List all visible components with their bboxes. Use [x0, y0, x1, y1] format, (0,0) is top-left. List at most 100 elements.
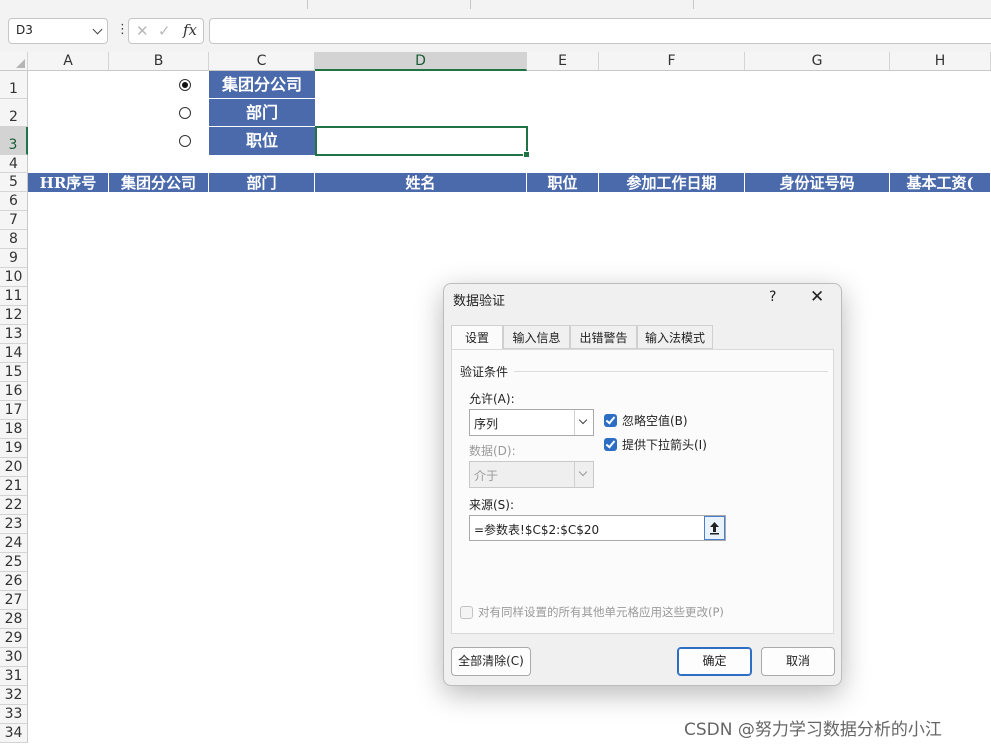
header-cell-a5[interactable]: HR序号 — [28, 173, 109, 192]
data-value: 介于 — [474, 469, 499, 483]
row-header-17[interactable]: 17 — [0, 401, 28, 420]
clear-all-button[interactable]: 全部清除(C) — [451, 647, 531, 676]
chevron-down-icon[interactable] — [574, 410, 593, 435]
cell-c2[interactable]: 部门 — [209, 99, 315, 127]
dropdown-arrow-label[interactable]: 提供下拉箭头(I) — [622, 436, 707, 453]
header-cell-d5[interactable]: 姓名 — [315, 173, 527, 192]
dropdown-arrow-checkbox[interactable] — [604, 438, 617, 451]
header-cell-c5[interactable]: 部门 — [209, 173, 315, 192]
enter-icon[interactable]: ✓ — [158, 22, 171, 40]
data-label: 数据(D): — [469, 444, 516, 458]
row-header-7[interactable]: 7 — [0, 211, 28, 230]
row-header-32[interactable]: 32 — [0, 686, 28, 705]
data-validation-dialog: 数据验证 ? ✕ 设置 输入信息 出错警告 输入法模式 验证条件 允许(A): … — [443, 283, 842, 686]
row-header-6[interactable]: 6 — [0, 192, 28, 211]
row-header-14[interactable]: 14 — [0, 344, 28, 363]
header-cell-b5[interactable]: 集团分公司 — [109, 173, 209, 192]
formula-input[interactable] — [209, 18, 991, 44]
name-box[interactable]: D3 — [8, 18, 108, 44]
row-header-16[interactable]: 16 — [0, 382, 28, 401]
ribbon-separator — [470, 0, 471, 9]
column-header-d[interactable]: D — [315, 52, 527, 71]
insert-function-icon[interactable]: fx — [183, 21, 197, 39]
row-header-9[interactable]: 9 — [0, 249, 28, 268]
row-header-20[interactable]: 20 — [0, 458, 28, 477]
fill-handle[interactable] — [523, 151, 530, 158]
radio-option-1[interactable] — [179, 79, 191, 91]
row-header-2[interactable]: 2 — [0, 99, 28, 127]
row-header-15[interactable]: 15 — [0, 363, 28, 382]
cancel-button[interactable]: 取消 — [761, 647, 835, 676]
row-header-12[interactable]: 12 — [0, 306, 28, 325]
chevron-down-icon — [574, 462, 593, 487]
collapse-dialog-icon[interactable] — [704, 516, 725, 540]
column-header-g[interactable]: G — [745, 52, 890, 71]
row-header-27[interactable]: 27 — [0, 591, 28, 610]
help-icon[interactable]: ? — [769, 289, 776, 305]
chevron-down-icon[interactable] — [92, 24, 103, 35]
ignore-blank-label[interactable]: 忽略空值(B) — [622, 412, 688, 429]
radio-option-2[interactable] — [179, 107, 191, 119]
row-header-24[interactable]: 24 — [0, 534, 28, 553]
cell-c3[interactable]: 职位 — [209, 127, 315, 155]
row-header-33[interactable]: 33 — [0, 705, 28, 724]
row-header-18[interactable]: 18 — [0, 420, 28, 439]
row-header-30[interactable]: 30 — [0, 648, 28, 667]
ignore-blank-checkbox[interactable] — [604, 414, 617, 427]
row-header-25[interactable]: 25 — [0, 553, 28, 572]
row-header-23[interactable]: 23 — [0, 515, 28, 534]
watermark: CSDN @努力学习数据分析的小江 — [684, 720, 942, 740]
active-cell-d3[interactable] — [315, 126, 530, 158]
ok-button[interactable]: 确定 — [677, 647, 752, 676]
tab-ime-mode[interactable]: 输入法模式 — [637, 325, 713, 349]
row-header-19[interactable]: 19 — [0, 439, 28, 458]
row-header-28[interactable]: 28 — [0, 610, 28, 629]
settings-panel: 验证条件 允许(A): 序列 忽略空值(B) 提供下拉箭头(I) 数据(D): … — [451, 349, 834, 634]
allow-value: 序列 — [474, 417, 499, 431]
data-select: 介于 — [469, 461, 594, 488]
close-icon[interactable]: ✕ — [810, 287, 824, 307]
cancel-icon[interactable]: ✕ — [136, 22, 149, 40]
column-header-a[interactable]: A — [28, 52, 109, 71]
source-input[interactable]: =参数表!$C$2:$C$20 — [469, 515, 726, 541]
tab-settings[interactable]: 设置 — [451, 325, 503, 351]
tab-input-message[interactable]: 输入信息 — [503, 325, 570, 349]
ribbon-separator — [693, 0, 694, 9]
row-header-4[interactable]: 4 — [0, 155, 28, 173]
select-all-corner[interactable] — [0, 52, 28, 71]
radio-option-3[interactable] — [179, 135, 191, 147]
column-header-b[interactable]: B — [109, 52, 209, 71]
row-header-26[interactable]: 26 — [0, 572, 28, 591]
column-header-c[interactable]: C — [209, 52, 315, 71]
formula-buttons: ✕ ✓ fx — [128, 18, 204, 44]
row-header-22[interactable]: 22 — [0, 496, 28, 515]
section-divider — [514, 371, 828, 372]
column-header-h[interactable]: H — [890, 52, 991, 71]
row-header-31[interactable]: 31 — [0, 667, 28, 686]
cell-c1[interactable]: 集团分公司 — [209, 71, 315, 99]
row-header-11[interactable]: 11 — [0, 287, 28, 306]
row-header-8[interactable]: 8 — [0, 230, 28, 249]
header-cell-e5[interactable]: 职位 — [527, 173, 599, 192]
source-label: 来源(S): — [469, 498, 515, 512]
section-title: 验证条件 — [460, 365, 509, 379]
ribbon-separator — [307, 0, 308, 9]
row-header-1[interactable]: 1 — [0, 71, 28, 99]
row-header-13[interactable]: 13 — [0, 325, 28, 344]
row-header-29[interactable]: 29 — [0, 629, 28, 648]
allow-label: 允许(A): — [469, 392, 515, 406]
header-cell-g5[interactable]: 身份证号码 — [745, 173, 890, 192]
column-header-e[interactable]: E — [527, 52, 599, 71]
row-header-21[interactable]: 21 — [0, 477, 28, 496]
name-box-value: D3 — [16, 23, 33, 37]
row-header-34[interactable]: 34 — [0, 724, 28, 743]
allow-select[interactable]: 序列 — [469, 409, 594, 436]
source-value: =参数表!$C$2:$C$20 — [474, 523, 600, 537]
row-header-10[interactable]: 10 — [0, 268, 28, 287]
row-header-5[interactable]: 5 — [0, 173, 28, 192]
header-cell-h5[interactable]: 基本工资( — [890, 173, 991, 192]
tab-error-alert[interactable]: 出错警告 — [570, 325, 637, 349]
row-header-3[interactable]: 3 — [0, 127, 28, 155]
header-cell-f5[interactable]: 参加工作日期 — [599, 173, 745, 192]
column-header-f[interactable]: F — [599, 52, 745, 71]
